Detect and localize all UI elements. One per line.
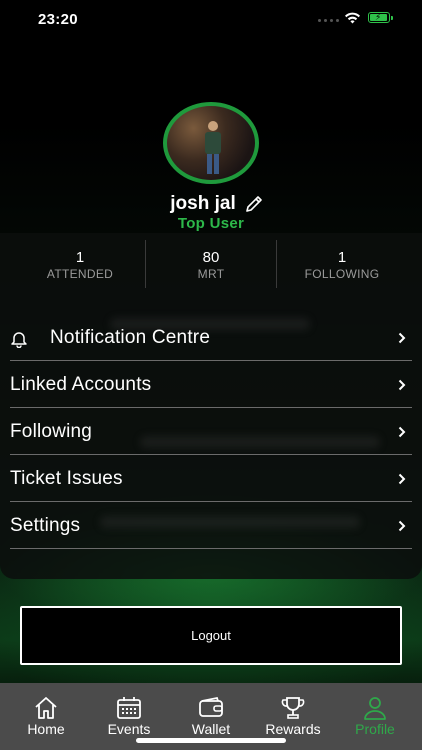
person-icon bbox=[364, 697, 386, 720]
tab-home[interactable]: Home bbox=[4, 683, 88, 750]
stat-mrt[interactable]: 80 MRT bbox=[146, 236, 276, 292]
signal-icon bbox=[318, 19, 340, 23]
trophy-icon bbox=[281, 697, 305, 719]
profile-name-text: josh jal bbox=[170, 193, 236, 214]
stat-label: MRT bbox=[197, 267, 225, 281]
stat-value: 1 bbox=[337, 249, 347, 266]
logout-button[interactable]: Logout bbox=[20, 606, 402, 665]
menu-item-ticket-issues[interactable]: Ticket Issues bbox=[10, 455, 412, 502]
avatar bbox=[163, 102, 259, 184]
battery-icon: ⚡ bbox=[368, 12, 393, 23]
stat-label: FOLLOWING bbox=[304, 267, 380, 281]
bell-icon bbox=[11, 332, 27, 348]
menu-item-following[interactable]: Following bbox=[10, 408, 412, 455]
stat-value: 1 bbox=[75, 249, 85, 266]
profile-menu: Notification Centre Linked Accounts Foll… bbox=[10, 314, 412, 549]
profile-photo bbox=[205, 121, 221, 174]
menu-item-linked-accounts[interactable]: Linked Accounts bbox=[10, 361, 412, 408]
chevron-right-icon bbox=[398, 473, 406, 485]
calendar-icon bbox=[117, 697, 141, 719]
tab-label: Events bbox=[107, 721, 151, 737]
wallet-icon bbox=[199, 696, 223, 717]
stat-label: ATTENDED bbox=[46, 267, 114, 281]
profile-badge: Top User bbox=[177, 215, 245, 232]
tab-label: Rewards bbox=[265, 721, 321, 737]
tab-label: Wallet bbox=[191, 721, 231, 737]
edit-pencil-icon[interactable] bbox=[244, 194, 264, 214]
chevron-right-icon bbox=[398, 520, 406, 532]
menu-item-label: Linked Accounts bbox=[10, 374, 152, 395]
menu-item-notification-centre[interactable]: Notification Centre bbox=[10, 314, 412, 361]
menu-item-label: Settings bbox=[10, 515, 81, 536]
home-icon bbox=[35, 697, 57, 719]
chevron-right-icon bbox=[398, 332, 406, 344]
stats-row: 1 ATTENDED 80 MRT 1 FOLLOWING bbox=[10, 236, 410, 292]
stat-divider bbox=[276, 240, 277, 288]
chevron-right-icon bbox=[398, 426, 406, 438]
tab-label: Home bbox=[27, 721, 65, 737]
stat-value: 80 bbox=[202, 249, 220, 266]
menu-item-label: Notification Centre bbox=[50, 327, 211, 348]
status-bar: 23:20 ⚡ bbox=[0, 0, 422, 40]
stat-divider bbox=[145, 240, 146, 288]
home-indicator bbox=[136, 738, 286, 743]
tab-profile[interactable]: Profile bbox=[333, 683, 417, 750]
status-time: 23:20 bbox=[38, 11, 78, 28]
menu-item-label: Following bbox=[10, 421, 93, 442]
tab-label: Profile bbox=[355, 721, 395, 737]
chevron-right-icon bbox=[398, 379, 406, 391]
menu-item-label: Ticket Issues bbox=[10, 468, 123, 489]
stat-following[interactable]: 1 FOLLOWING bbox=[277, 236, 407, 292]
wifi-icon bbox=[345, 12, 360, 24]
menu-item-settings[interactable]: Settings bbox=[10, 502, 412, 549]
profile-name: josh jal bbox=[0, 193, 422, 215]
stat-attended[interactable]: 1 ATTENDED bbox=[15, 236, 145, 292]
